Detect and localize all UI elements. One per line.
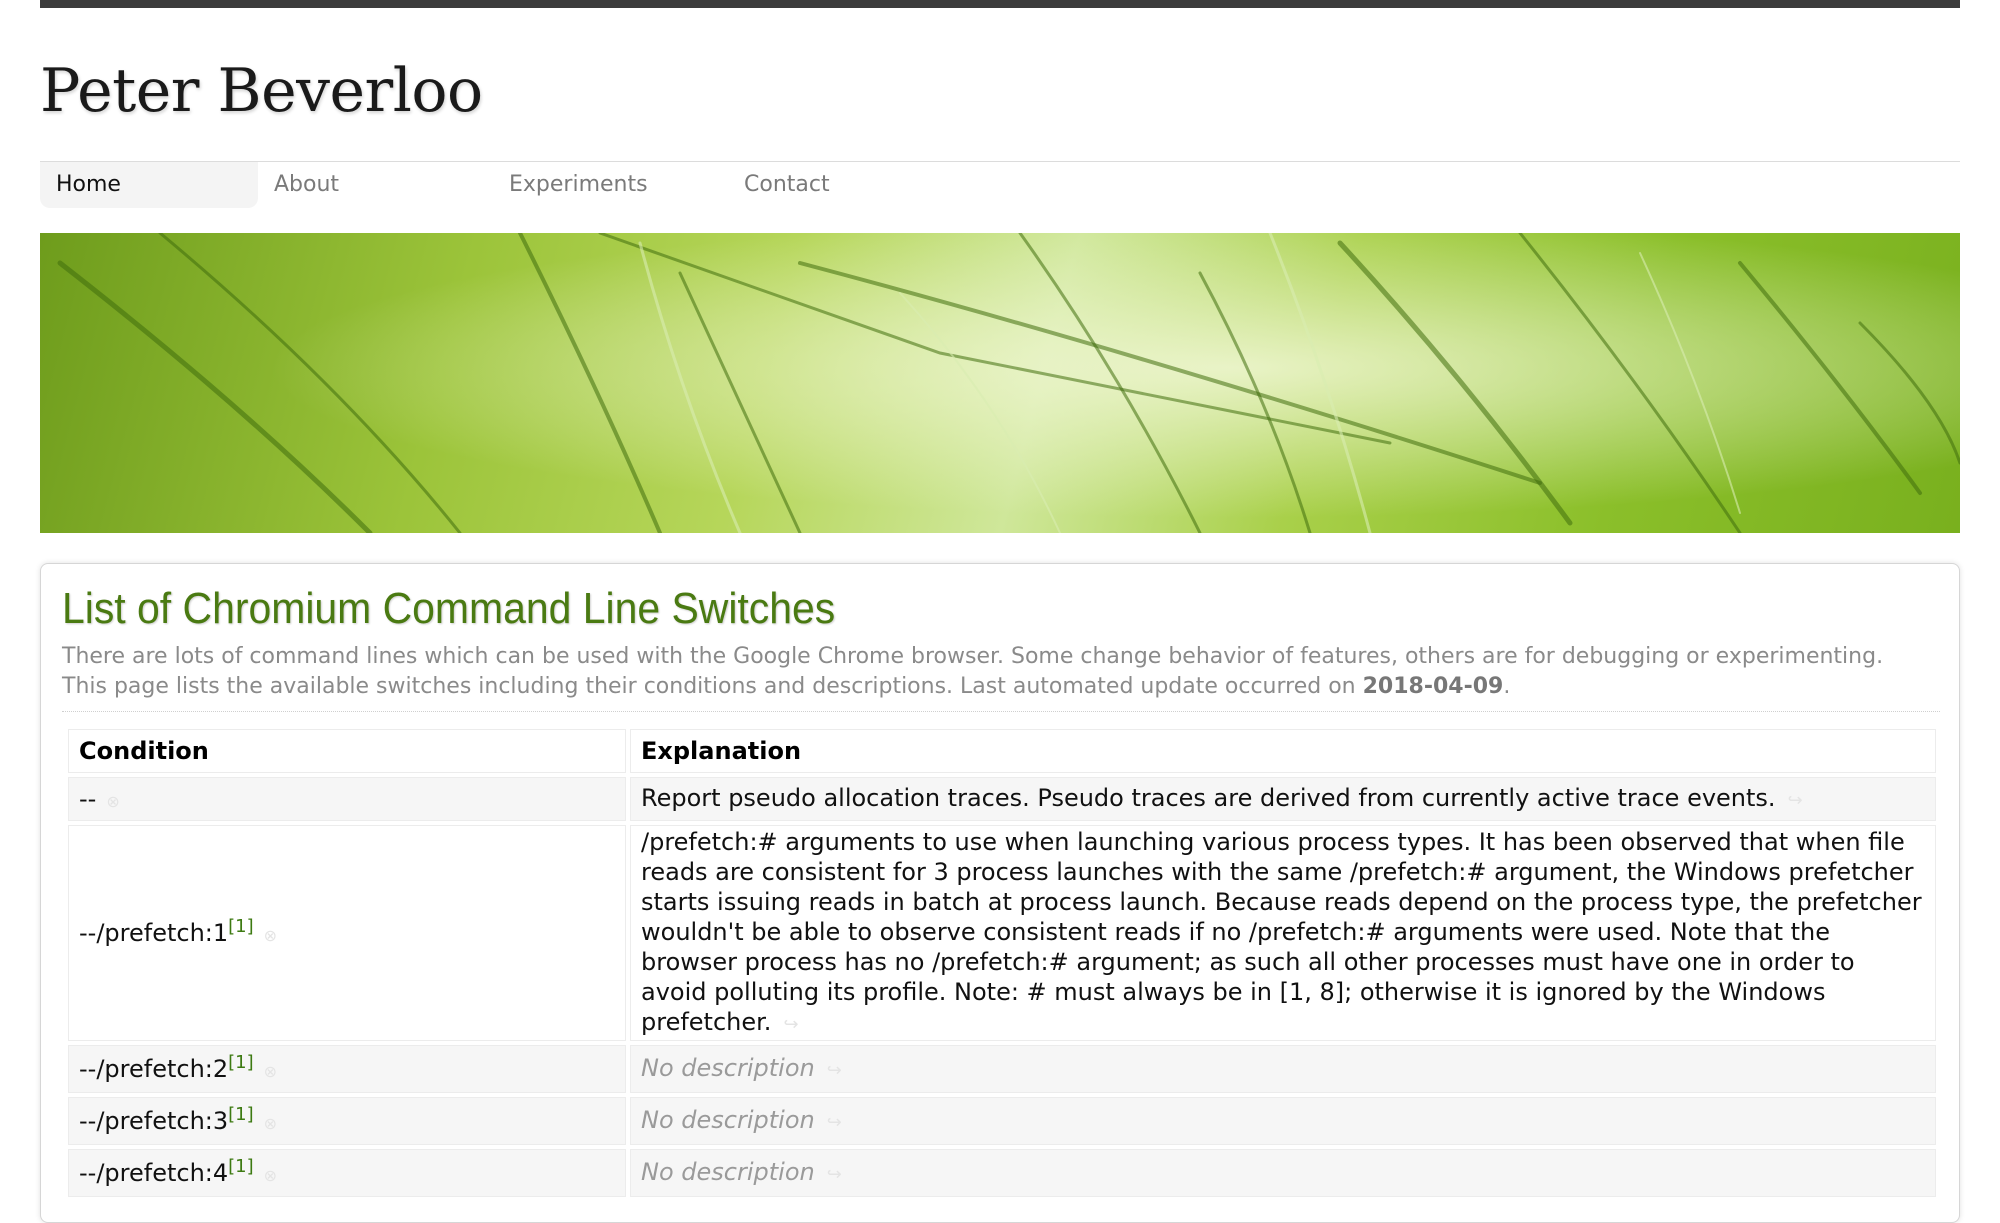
return-icon[interactable]: ↪: [827, 1060, 842, 1081]
explanation-text: /prefetch:# arguments to use when launch…: [641, 827, 1922, 1036]
page-title: List of Chromium Command Line Switches: [62, 584, 836, 633]
intro-end: .: [1503, 674, 1511, 699]
condition-cell: --/prefetch:4[1] ⊗: [68, 1149, 626, 1197]
top-bar: [40, 0, 1960, 8]
explanation-text: No description: [641, 1157, 815, 1186]
permalink-icon[interactable]: ⊗: [264, 926, 277, 945]
main-nav: Home About Experiments Contact: [40, 161, 1960, 210]
condition-cell: -- ⊗: [68, 777, 626, 821]
explanation-text: Report pseudo allocation traces. Pseudo …: [641, 783, 1776, 812]
reference-link[interactable]: [1]: [228, 1104, 254, 1125]
intro-line-2: This page lists the available switches i…: [62, 672, 1942, 702]
nav-home[interactable]: Home: [40, 162, 258, 208]
header-banner-image: [40, 233, 1960, 533]
reference-link[interactable]: [1]: [228, 916, 254, 937]
table-row: --/prefetch:4[1] ⊗ No description ↪: [68, 1149, 1936, 1197]
content-card: List of Chromium Command Line Switches T…: [40, 563, 1960, 1223]
reference-link[interactable]: [1]: [228, 1156, 254, 1177]
condition-cell: --/prefetch:3[1] ⊗: [68, 1097, 626, 1145]
condition-cell: --/prefetch:2[1] ⊗: [68, 1045, 626, 1093]
nav-contact[interactable]: Contact: [728, 162, 948, 208]
condition-cell: --/prefetch:1[1] ⊗: [68, 825, 626, 1041]
explanation-cell: Report pseudo allocation traces. Pseudo …: [630, 777, 1936, 821]
explanation-text: No description: [641, 1105, 815, 1134]
return-icon[interactable]: ↪: [827, 1112, 842, 1133]
explanation-cell: No description ↪: [630, 1097, 1936, 1145]
site-title[interactable]: Peter Beverloo: [40, 56, 483, 126]
page-intro: There are lots of command lines which ca…: [62, 642, 1942, 702]
table-header-row: Condition Explanation: [68, 729, 1936, 773]
intro-line-2-text: This page lists the available switches i…: [62, 674, 1356, 699]
table-row: --/prefetch:3[1] ⊗ No description ↪: [68, 1097, 1936, 1145]
return-icon[interactable]: ↪: [1788, 790, 1803, 811]
table-row: --/prefetch:2[1] ⊗ No description ↪: [68, 1045, 1936, 1093]
reference-link[interactable]: [1]: [228, 1052, 254, 1073]
nav-about[interactable]: About: [258, 162, 493, 208]
permalink-icon[interactable]: ⊗: [264, 1114, 277, 1133]
switch-name: --/prefetch:2: [79, 1055, 229, 1083]
divider: [62, 711, 1940, 712]
explanation-cell: No description ↪: [630, 1149, 1936, 1197]
return-icon[interactable]: ↪: [827, 1164, 842, 1185]
switch-name: --: [79, 785, 97, 813]
explanation-header: Explanation: [630, 729, 1936, 773]
update-date: 2018-04-09: [1362, 674, 1504, 699]
condition-header: Condition: [68, 729, 626, 773]
explanation-text: No description: [641, 1053, 815, 1082]
table-row: -- ⊗ Report pseudo allocation traces. Pse…: [68, 777, 1936, 821]
return-icon[interactable]: ↪: [783, 1014, 798, 1035]
permalink-icon[interactable]: ⊗: [106, 792, 119, 811]
nav-experiments[interactable]: Experiments: [493, 162, 728, 208]
switch-name: --/prefetch:1: [79, 919, 229, 947]
permalink-icon[interactable]: ⊗: [264, 1166, 277, 1185]
permalink-icon[interactable]: ⊗: [264, 1062, 277, 1081]
switch-name: --/prefetch:3: [79, 1107, 229, 1135]
explanation-cell: No description ↪: [630, 1045, 1936, 1093]
explanation-cell: /prefetch:# arguments to use when launch…: [630, 825, 1936, 1041]
table-row: --/prefetch:1[1] ⊗ /prefetch:# arguments …: [68, 825, 1936, 1041]
switches-table: Condition Explanation -- ⊗ Report pseudo …: [64, 725, 1940, 1201]
switch-name: --/prefetch:4: [79, 1159, 229, 1187]
intro-line-1: There are lots of command lines which ca…: [62, 644, 1884, 669]
